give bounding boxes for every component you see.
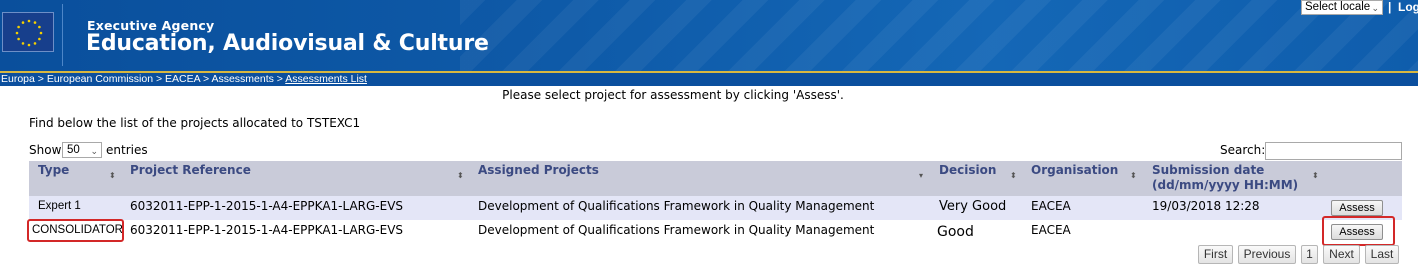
breadcrumb-europa[interactable]: Europa <box>1 73 35 85</box>
header-banner: Executive Agency Education, Audiovisual … <box>0 0 1418 72</box>
search-label: Search: <box>1220 143 1266 157</box>
breadcrumb-assessments-list[interactable]: Assessments List <box>285 73 367 85</box>
sort-arrows-icon[interactable]: ⬍ <box>457 172 464 180</box>
breadcrumb-separator: > <box>34 73 47 85</box>
locale-select[interactable]: Select locale ⌄ <box>1301 0 1383 15</box>
intro-text: Find below the list of the projects allo… <box>29 116 361 130</box>
row-decision: Very Good <box>939 199 1007 214</box>
pagination-page-1-button[interactable]: 1 <box>1301 245 1318 264</box>
row-assigned-project: Development of Qualifications Framework … <box>478 199 875 213</box>
entries-label: entries <box>106 143 148 157</box>
pagination-last-button[interactable]: Last <box>1365 245 1399 264</box>
assess-button[interactable]: Assess <box>1331 200 1383 216</box>
breadcrumb-separator: > <box>273 73 286 85</box>
entries-per-page-select[interactable]: 50 ⌄ <box>62 142 102 158</box>
topbar-separator: | <box>1388 0 1392 14</box>
header-divider <box>62 4 63 66</box>
chevron-down-icon: ⌄ <box>90 146 98 156</box>
row-organisation: EACEA <box>1031 199 1071 213</box>
breadcrumb-separator: > <box>153 73 166 85</box>
column-header-organisation[interactable]: Organisation <box>1031 163 1118 178</box>
eu-flag-icon <box>2 12 54 52</box>
row-type: Expert 1 <box>38 200 81 212</box>
sort-desc-icon[interactable]: ▾ <box>919 172 923 180</box>
table-row: Expert 1 6032011-EPP-1-2015-1-A4-EPPKA1-… <box>29 196 1402 220</box>
row-project-reference: 6032011-EPP-1-2015-1-A4-EPPKA1-LARG-EVS <box>130 223 404 237</box>
sort-arrows-icon[interactable]: ⬍ <box>109 172 116 180</box>
search-input[interactable] <box>1265 142 1402 160</box>
pagination-first-button[interactable]: First <box>1198 245 1233 264</box>
pagination-previous-button[interactable]: Previous <box>1238 245 1296 264</box>
entries-per-page-value: 50 <box>67 144 80 156</box>
breadcrumb-european-commission[interactable]: European Commission <box>47 73 153 85</box>
highlight-assess-box <box>1322 216 1395 246</box>
column-header-type[interactable]: Type <box>38 163 69 178</box>
instruction-text: Please select project for assessment by … <box>502 88 844 102</box>
agency-title: Education, Audiovisual & Culture <box>86 31 489 56</box>
row-assigned-project: Development of Qualifications Framework … <box>478 223 875 237</box>
sort-arrows-icon[interactable]: ⬍ <box>1312 172 1319 180</box>
pagination-next-button[interactable]: Next <box>1323 245 1360 264</box>
row-submission-date: 19/03/2018 12:28 <box>1152 199 1260 213</box>
sort-arrows-icon[interactable]: ⬍ <box>1130 172 1137 180</box>
sort-arrows-icon[interactable]: ⬍ <box>1010 172 1017 180</box>
locale-select-value: Select locale <box>1305 1 1371 13</box>
row-decision: Good <box>937 224 974 240</box>
logout-link[interactable]: Log <box>1398 0 1418 14</box>
breadcrumb-eacea[interactable]: EACEA <box>165 73 200 85</box>
column-header-project-reference[interactable]: Project Reference <box>130 163 251 178</box>
table-row: CONSOLIDATOR 6032011-EPP-1-2015-1-A4-EPP… <box>29 220 1402 244</box>
table-header: Type ⬍ Project Reference ⬍ Assigned Proj… <box>29 161 1402 196</box>
column-header-submission-date[interactable]: Submission date (dd/mm/yyyy HH:MM) <box>1152 163 1298 193</box>
show-label: Show <box>29 143 62 157</box>
banner-decoration <box>460 0 1418 72</box>
chevron-down-icon: ⌄ <box>1371 3 1379 13</box>
column-header-decision[interactable]: Decision <box>939 163 996 178</box>
row-organisation: EACEA <box>1031 223 1071 237</box>
column-header-assigned-projects[interactable]: Assigned Projects <box>478 163 599 178</box>
breadcrumb: Europa > European Commission > EACEA > A… <box>0 73 1418 86</box>
breadcrumb-separator: > <box>200 73 212 85</box>
highlight-consolidator-box <box>27 219 124 242</box>
row-project-reference: 6032011-EPP-1-2015-1-A4-EPPKA1-LARG-EVS <box>130 199 404 213</box>
breadcrumb-assessments[interactable]: Assessments <box>211 73 273 85</box>
